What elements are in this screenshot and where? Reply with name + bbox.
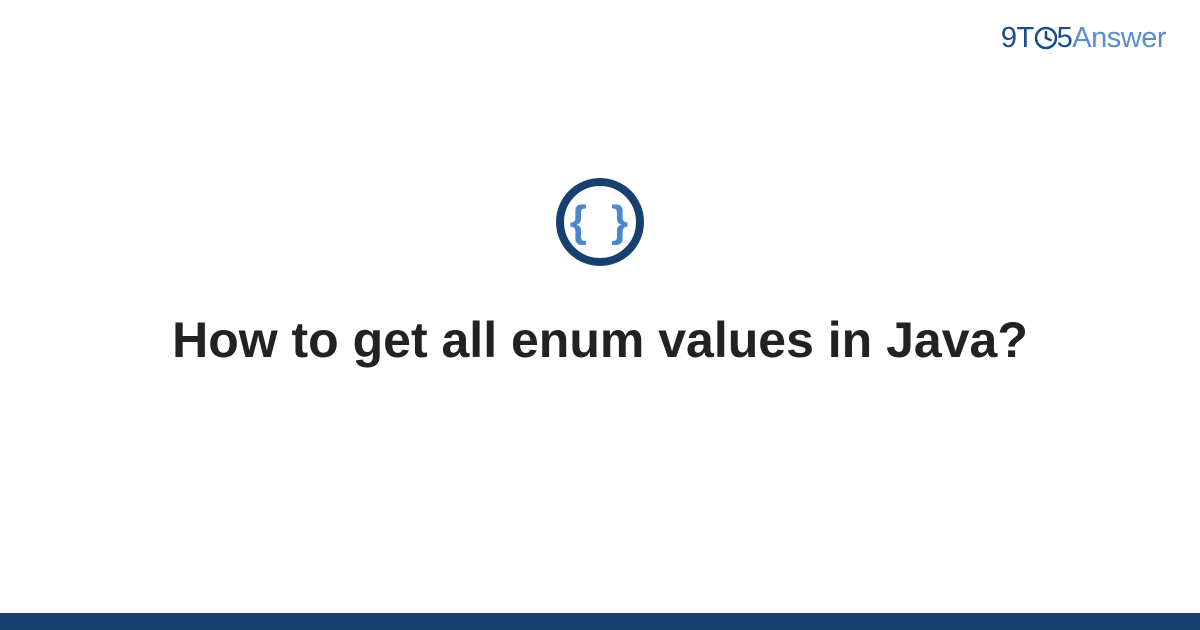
topic-icon-circle: { } [556, 178, 644, 266]
main-content: { } How to get all enum values in Java? [0, 0, 1200, 630]
footer-bar [0, 613, 1200, 630]
braces-icon: { } [566, 200, 634, 244]
question-title: How to get all enum values in Java? [172, 308, 1028, 373]
